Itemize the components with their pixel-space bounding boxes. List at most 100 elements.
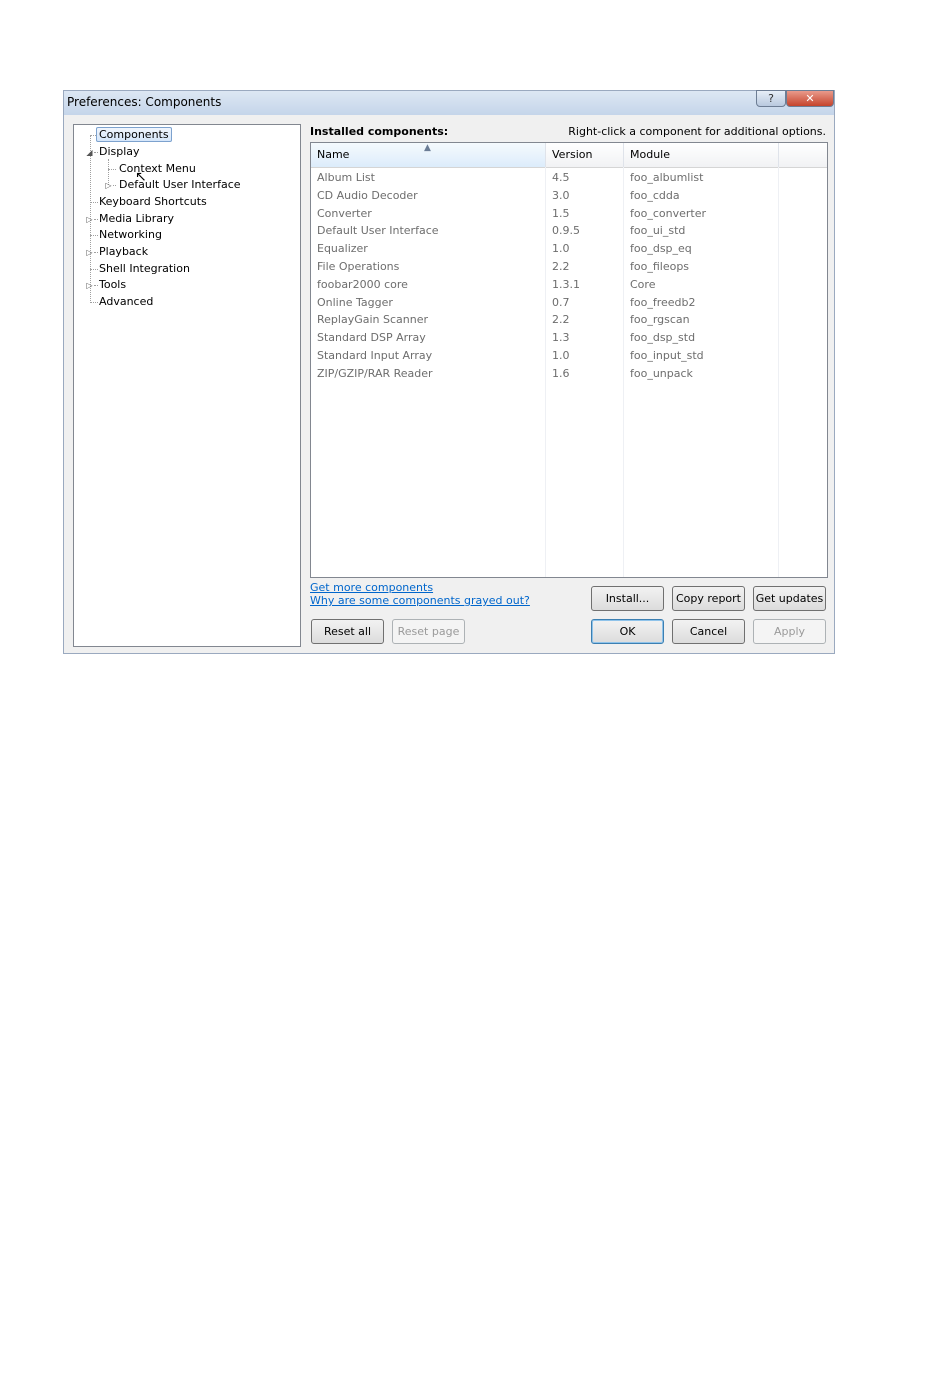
table-row[interactable]: ReplayGain Scanner 2.2 foo_rgscan bbox=[311, 311, 827, 329]
help-icon: ? bbox=[768, 92, 774, 105]
component-name: File Operations bbox=[317, 260, 400, 273]
table-row[interactable]: Online Tagger 0.7 foo_freedb2 bbox=[311, 294, 827, 312]
component-version: 2.2 bbox=[552, 313, 570, 327]
component-name: Equalizer bbox=[317, 242, 368, 256]
tree-item-keyboard-shortcuts[interactable]: Keyboard Shortcuts bbox=[96, 194, 210, 209]
component-version: 2.2 bbox=[552, 260, 570, 273]
window-title: Preferences: Components bbox=[67, 95, 222, 109]
tree-item-label: Advanced bbox=[99, 295, 154, 308]
component-module: foo_converter bbox=[630, 206, 706, 220]
table-row[interactable]: Equalizer 1.0 foo_dsp_eq bbox=[311, 240, 827, 258]
column-header-version[interactable]: Version bbox=[546, 143, 624, 167]
table-row[interactable]: Default User Interface 0.9.5 foo_ui_std bbox=[311, 222, 827, 240]
component-name: Album List bbox=[317, 171, 375, 184]
close-button[interactable]: ✕ bbox=[786, 90, 834, 107]
copy-report-button[interactable]: Copy report bbox=[672, 586, 745, 611]
component-module: foo_fileops bbox=[630, 260, 690, 273]
component-name: Online Tagger bbox=[317, 295, 393, 309]
tree-item-label: Display bbox=[99, 145, 140, 158]
component-name: Converter bbox=[317, 206, 372, 220]
tree-item-media-library[interactable]: Media Library bbox=[96, 211, 177, 226]
table-row[interactable]: Standard Input Array 1.0 foo_input_std bbox=[311, 347, 827, 365]
component-module: foo_dsp_std bbox=[630, 331, 696, 345]
component-module: Core bbox=[630, 277, 656, 291]
component-name: CD Audio Decoder bbox=[317, 188, 418, 202]
get-more-components-link[interactable]: Get more components bbox=[310, 581, 433, 594]
column-header-name[interactable]: ▲ Name bbox=[311, 143, 546, 167]
component-module: foo_ui_std bbox=[630, 224, 686, 238]
table-row[interactable]: ZIP/GZIP/RAR Reader 1.6 foo_unpack bbox=[311, 365, 827, 383]
component-name: Standard DSP Array bbox=[317, 331, 426, 345]
tree-item-display[interactable]: Display bbox=[96, 144, 143, 159]
preferences-tree[interactable]: Components ◢ Display Context Menu ▷ Defa… bbox=[73, 124, 301, 647]
title-bar[interactable]: Preferences: Components ? ✕ bbox=[64, 90, 834, 115]
tree-item-label: Playback bbox=[99, 245, 149, 258]
why-grayed-out-link[interactable]: Why are some components grayed out? bbox=[310, 594, 530, 607]
component-module: foo_unpack bbox=[630, 366, 693, 380]
table-row[interactable]: CD Audio Decoder 3.0 foo_cdda bbox=[311, 187, 827, 205]
components-list[interactable]: ▲ Name Version Module Album List 4.5 foo_a… bbox=[310, 142, 828, 578]
tree-item-tools[interactable]: Tools bbox=[96, 277, 129, 292]
component-module: foo_freedb2 bbox=[630, 295, 696, 309]
expand-open-icon[interactable]: ◢ bbox=[85, 148, 94, 157]
component-module: foo_rgscan bbox=[630, 313, 690, 327]
get-updates-button[interactable]: Get updates bbox=[753, 586, 826, 611]
tree-item-label: Media Library bbox=[99, 212, 174, 225]
list-header: ▲ Name Version Module bbox=[311, 143, 827, 168]
tree-item-context-menu[interactable]: Context Menu bbox=[116, 161, 199, 176]
table-row[interactable]: foobar2000 core 1.3.1 Core bbox=[311, 276, 827, 294]
component-name: Default User Interface bbox=[317, 224, 439, 238]
column-header-filler bbox=[779, 143, 827, 167]
help-button[interactable]: ? bbox=[756, 90, 786, 107]
component-version: 4.5 bbox=[552, 171, 570, 184]
tree-item-label: Networking bbox=[99, 228, 162, 241]
tree-item-label: Keyboard Shortcuts bbox=[99, 195, 207, 208]
expand-collapsed-icon[interactable]: ▷ bbox=[85, 281, 94, 290]
component-name: ReplayGain Scanner bbox=[317, 313, 428, 327]
tree-item-shell-integration[interactable]: Shell Integration bbox=[96, 261, 193, 276]
tree-item-label: Context Menu bbox=[119, 162, 196, 175]
component-module: foo_dsp_eq bbox=[630, 242, 692, 256]
tree-item-label: Tools bbox=[99, 278, 127, 291]
cancel-button[interactable]: Cancel bbox=[672, 619, 745, 644]
tree-item-label: Components bbox=[96, 127, 172, 142]
reset-page-button[interactable]: Reset page bbox=[392, 619, 465, 644]
preferences-window: Preferences: Components ? ✕ Components ◢… bbox=[63, 90, 835, 654]
close-icon: ✕ bbox=[805, 92, 815, 105]
mouse-cursor-icon: ↖ bbox=[135, 169, 147, 185]
right-click-hint: Right-click a component for additional o… bbox=[568, 125, 826, 138]
component-version: 1.5 bbox=[552, 206, 570, 220]
column-header-label: Module bbox=[630, 148, 670, 161]
tree-item-components[interactable]: Components bbox=[96, 127, 172, 142]
tree-item-playback[interactable]: Playback bbox=[96, 244, 151, 259]
component-name: foobar2000 core bbox=[317, 277, 408, 291]
table-row[interactable]: Album List 4.5 foo_albumlist bbox=[311, 169, 827, 187]
tree-item-label: Shell Integration bbox=[99, 262, 190, 275]
ok-button[interactable]: OK bbox=[591, 619, 664, 644]
component-version: 0.9.5 bbox=[552, 224, 580, 238]
reset-all-button[interactable]: Reset all bbox=[311, 619, 384, 644]
expand-collapsed-icon[interactable]: ▷ bbox=[85, 215, 94, 224]
component-module: foo_input_std bbox=[630, 349, 704, 362]
component-version: 1.0 bbox=[552, 242, 570, 256]
component-module: foo_albumlist bbox=[630, 171, 704, 184]
tree-item-networking[interactable]: Networking bbox=[96, 227, 165, 242]
component-name: ZIP/GZIP/RAR Reader bbox=[317, 366, 433, 380]
column-header-label: Version bbox=[552, 148, 593, 161]
component-version: 1.6 bbox=[552, 366, 570, 380]
table-row[interactable]: Converter 1.5 foo_converter bbox=[311, 205, 827, 223]
component-version: 3.0 bbox=[552, 188, 570, 202]
expand-collapsed-icon[interactable]: ▷ bbox=[104, 181, 113, 190]
install-button[interactable]: Install... bbox=[591, 586, 664, 611]
column-header-module[interactable]: Module bbox=[624, 143, 779, 167]
tree-item-advanced[interactable]: Advanced bbox=[96, 294, 156, 309]
expand-collapsed-icon[interactable]: ▷ bbox=[85, 248, 94, 257]
tree-connector bbox=[108, 169, 116, 170]
component-version: 0.7 bbox=[552, 295, 570, 309]
table-row[interactable]: Standard DSP Array 1.3 foo_dsp_std bbox=[311, 329, 827, 347]
component-version: 1.3.1 bbox=[552, 277, 580, 291]
apply-button[interactable]: Apply bbox=[753, 619, 826, 644]
component-module: foo_cdda bbox=[630, 188, 680, 202]
component-name: Standard Input Array bbox=[317, 349, 433, 362]
table-row[interactable]: File Operations 2.2 foo_fileops bbox=[311, 258, 827, 276]
